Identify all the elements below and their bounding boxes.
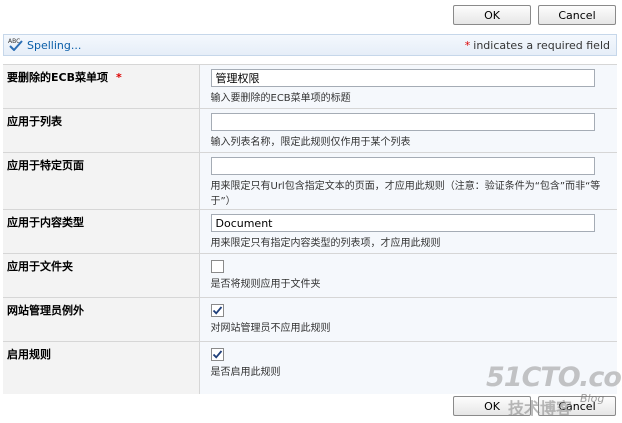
field-control-cell: 输入列表名称，限定此规则仅作用于某个列表 (198, 108, 617, 153)
form-row-admin-exception: 网站管理员例外 对网站管理员不应用此规则 (3, 297, 617, 342)
field-label-ecb-item: 要删除的ECB菜单项 (7, 71, 108, 84)
field-description: 用来限定只有Url包含指定文本的页面，才应用此规则（注意：验证条件为“包含”而非… (210, 181, 601, 207)
field-description: 输入列表名称，限定此规则仅作用于某个列表 (210, 137, 411, 148)
spellcheck-icon: ABC (8, 37, 27, 54)
form-row-apply-page: 应用于特定页面 用来限定只有Url包含指定文本的页面，才应用此规则（注意：验证条… (3, 152, 617, 210)
cancel-button-bottom[interactable]: Cancel (538, 396, 616, 416)
field-control-cell: 是否将规则应用于文件夹 (198, 253, 617, 298)
form-row-apply-folder: 应用于文件夹 是否将规则应用于文件夹 (3, 253, 617, 298)
apply-page-input[interactable] (210, 157, 595, 175)
required-note-text: indicates a required field (473, 38, 610, 52)
field-control-cell: 是否启用此规则 (198, 341, 617, 394)
field-description: 输入要删除的ECB菜单项的标题 (210, 93, 351, 104)
spelling-button[interactable]: ABC Spelling... (8, 37, 81, 54)
field-label-content-type: 应用于内容类型 (7, 216, 84, 229)
cancel-button-top[interactable]: Cancel (538, 5, 616, 25)
field-label-cell: 网站管理员例外 (3, 297, 199, 342)
form-row-content-type: 应用于内容类型 用来限定只有指定内容类型的列表项，才应用此规则 (3, 209, 617, 254)
field-label-cell: 应用于列表 (3, 108, 199, 153)
field-label-apply-list: 应用于列表 (7, 115, 62, 128)
content-type-input[interactable] (210, 214, 595, 232)
field-description: 是否将规则应用于文件夹 (210, 279, 321, 290)
form-row-apply-list: 应用于列表 输入列表名称，限定此规则仅作用于某个列表 (3, 108, 617, 153)
field-label-cell: 启用规则 (3, 341, 199, 394)
checkmark-icon (212, 350, 222, 359)
ecb-item-input[interactable] (210, 69, 595, 87)
field-description: 用来限定只有指定内容类型的列表项，才应用此规则 (210, 238, 441, 249)
form-row-enable-rule: 启用规则 是否启用此规则 (3, 341, 617, 394)
ok-button-bottom[interactable]: OK (453, 396, 531, 416)
apply-list-input[interactable] (210, 113, 595, 131)
checkmark-icon (212, 306, 222, 315)
field-label-apply-page: 应用于特定页面 (7, 159, 84, 172)
field-label-cell: 应用于文件夹 (3, 253, 199, 298)
form-row-ecb-item: 要删除的ECB菜单项 * 输入要删除的ECB菜单项的标题 (3, 64, 617, 109)
admin-exception-checkbox[interactable] (210, 304, 224, 317)
ok-button-top[interactable]: OK (453, 5, 531, 25)
form-toolbar: ABC Spelling... * indicates a required fi… (3, 34, 617, 56)
required-indicator: * (115, 71, 122, 84)
required-star: * (464, 38, 471, 52)
field-control-cell: 用来限定只有Url包含指定文本的页面，才应用此规则（注意：验证条件为“包含”而非… (198, 152, 617, 210)
field-control-cell: 用来限定只有指定内容类型的列表项，才应用此规则 (198, 209, 617, 254)
enable-rule-checkbox[interactable] (210, 348, 224, 361)
field-label-cell: 应用于内容类型 (3, 209, 199, 254)
rule-form-table: 要删除的ECB菜单项 * 输入要删除的ECB菜单项的标题 应用于列表 输入列表名称… (3, 64, 617, 394)
apply-folder-checkbox[interactable] (210, 260, 224, 273)
spelling-label: Spelling... (27, 38, 82, 52)
field-control-cell: 输入要删除的ECB菜单项的标题 (198, 64, 617, 109)
field-label-admin-exception: 网站管理员例外 (7, 304, 84, 317)
field-label-enable-rule: 启用规则 (7, 348, 51, 361)
field-label-cell: 应用于特定页面 (3, 152, 199, 210)
field-description: 是否启用此规则 (210, 367, 281, 378)
field-control-cell: 对网站管理员不应用此规则 (198, 297, 617, 342)
field-description: 对网站管理员不应用此规则 (210, 323, 331, 334)
required-field-note: * indicates a required field (465, 39, 610, 52)
field-label-apply-folder: 应用于文件夹 (7, 260, 73, 273)
field-label-cell: 要删除的ECB菜单项 * (3, 64, 199, 109)
